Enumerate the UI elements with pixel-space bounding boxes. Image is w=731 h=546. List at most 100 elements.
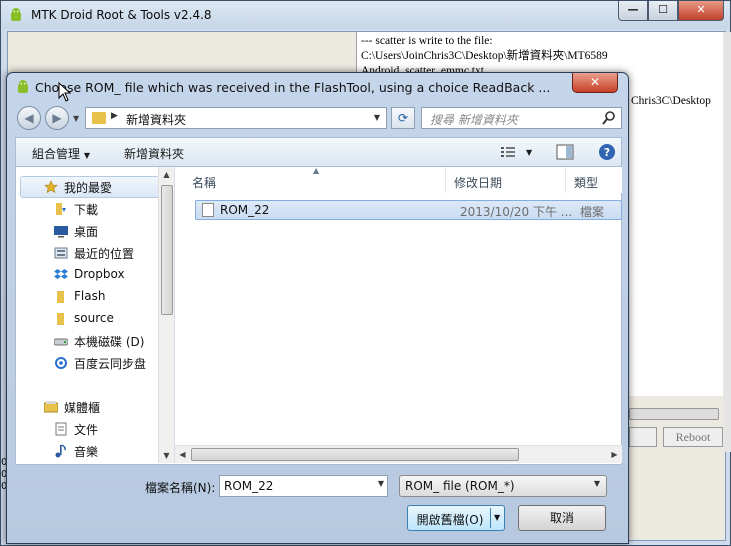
split-divider [490,508,491,528]
view-options-icon[interactable] [500,144,518,160]
file-list-horizontal-scrollbar[interactable]: ◀ ▶ [175,445,622,463]
filename-dropdown-icon[interactable]: ▼ [378,479,384,488]
address-dropdown-icon[interactable]: ▼ [370,108,384,128]
nav-item-local-disk-d[interactable]: 本機磁碟 (D) [54,333,145,351]
column-header-label: 名稱 [192,176,217,190]
scroll-left-icon[interactable]: ◀ [175,447,190,462]
sort-ascending-icon: ▲ [313,166,320,175]
nav-scroll-thumb[interactable] [161,185,173,315]
search-icon[interactable] [601,110,617,126]
forward-button[interactable]: ▶ [45,106,69,130]
file-icon [202,203,214,217]
filename-input[interactable]: ROM_22 ▼ [219,475,388,497]
column-header-date[interactable]: 修改日期 [446,167,566,193]
nav-item-label: 我的最愛 [64,181,113,195]
filename-value: ROM_22 [224,479,274,493]
nav-item-label: source [74,311,114,325]
new-folder-button[interactable]: 新增資料夾 [124,145,184,162]
file-type-dropdown-icon: ▼ [593,479,600,488]
dialog-close-button[interactable]: ✕ [572,73,618,93]
baidu-sync-icon [55,357,67,369]
nav-item-dropbox[interactable]: Dropbox [54,267,125,285]
log-line: C:\Users\JoinChris3C\Desktop\新增資料夾\MT658… [361,50,608,62]
file-list: 名稱 ▲ 修改日期 類型 ROM_22 2013/10/20 下午 ... 檔案… [175,166,622,463]
nav-item-desktop[interactable]: 桌面 [54,223,98,241]
star-icon [44,180,58,194]
open-button-label: 開啟舊檔(O) [416,513,484,527]
nav-item-label: Dropbox [74,267,125,281]
navigation-pane: 我的最愛 下載 桌面 最近的位置 Dropbox Flash source 本機… [16,167,175,463]
nav-item-label: 音樂 [74,445,99,459]
back-button[interactable]: ◀ [17,106,41,130]
scroll-up-icon[interactable]: ▲ [159,167,174,182]
nav-pane-scrollbar[interactable]: ▲ ▼ [158,167,174,463]
nav-item-source[interactable]: source [57,311,114,329]
file-date: 2013/10/20 下午 ... [460,205,573,219]
nav-item-favorites[interactable]: 我的最愛 [44,179,113,197]
maximize-button[interactable]: ☐ [648,1,678,21]
nav-item-flash[interactable]: Flash [57,289,106,307]
mtk-vertical-scrollbar[interactable] [724,32,731,452]
breadcrumb-separator-icon[interactable]: ▶ [111,111,118,121]
nav-item-label: 文件 [74,423,99,437]
command-toolbar: 組合管理 ▼ 新增資料夾 ▼ ? [15,137,622,167]
nav-item-downloads[interactable]: 下載 [56,201,99,219]
scroll-down-icon[interactable]: ▼ [159,448,174,463]
download-folder-icon [56,203,66,215]
nav-item-baidu-sync[interactable]: 百度云同步盘 [55,355,147,373]
navigation-bar: ◀ ▶ ▼ ▶ 新增資料夾 ▼ ⟳ 搜尋 新增資料夾 [15,104,622,132]
file-row[interactable]: ROM_22 2013/10/20 下午 ... 檔案 [195,200,622,220]
close-button[interactable]: ✕ [678,1,724,21]
log-line: --- scatter is write to the file: [361,35,493,47]
refresh-button[interactable]: ⟳ [391,107,415,129]
nav-item-label: 本機磁碟 (D) [74,335,145,349]
nav-item-documents[interactable]: 文件 [55,421,99,439]
nav-item-label: 百度云同步盘 [74,357,147,371]
android-logo-icon [18,80,28,93]
mtk-window-title: MTK Droid Root & Tools v2.4.8 [31,8,212,22]
view-dropdown-icon[interactable]: ▼ [526,148,532,157]
file-type: 檔案 [580,205,605,219]
nav-item-music[interactable]: 音樂 [55,443,99,461]
folder-icon [57,291,64,303]
horizontal-scroll-thumb[interactable] [191,448,519,461]
libraries-icon [44,401,58,413]
minimize-button[interactable]: — [618,1,648,21]
folder-icon [57,313,64,325]
organize-dropdown-icon: ▼ [83,151,90,160]
dialog-title: Choose ROM_ file which was received in t… [35,80,551,95]
recent-pages-dropdown-icon[interactable]: ▼ [73,114,79,123]
recent-places-icon [54,247,68,259]
dialog-body: 我的最愛 下載 桌面 最近的位置 Dropbox Flash source 本機… [15,166,622,465]
android-logo-icon [11,8,21,21]
column-header-type[interactable]: 類型 [566,167,622,193]
svg-text:?: ? [604,146,610,159]
breadcrumb-current-folder[interactable]: 新增資料夾 [126,111,186,128]
nav-item-label: 下載 [74,203,99,217]
nav-item-libraries[interactable]: 媒體櫃 [44,399,101,417]
nav-item-label: Flash [74,289,106,303]
file-name: ROM_22 [220,203,270,217]
desktop-icon [54,226,68,238]
address-bar[interactable]: ▶ 新增資料夾 ▼ [85,107,387,129]
cancel-button[interactable]: 取消 [518,505,606,531]
nav-item-recent-places[interactable]: 最近的位置 [54,245,134,263]
column-header-name[interactable]: 名稱 ▲ [175,166,446,193]
documents-icon [55,422,67,436]
file-type-value: ROM_ file (ROM_*) [405,479,515,493]
mtk-button-partial[interactable] [629,427,657,447]
reboot-button[interactable]: Reboot [663,427,723,447]
search-box[interactable]: 搜尋 新增資料夾 [421,107,622,129]
file-type-select[interactable]: ROM_ file (ROM_*) ▼ [399,475,607,497]
mtk-progress-bar [629,408,719,420]
search-placeholder: 搜尋 新增資料夾 [430,113,518,127]
open-button[interactable]: 開啟舊檔(O) ▼ [407,505,505,531]
nav-item-label: 媒體櫃 [64,401,101,415]
help-icon[interactable]: ? [598,143,616,161]
music-icon [55,444,66,458]
scroll-right-icon[interactable]: ▶ [607,447,622,462]
dropbox-icon [54,269,68,279]
open-options-dropdown-icon[interactable]: ▼ [494,513,500,522]
preview-pane-icon[interactable] [556,144,574,160]
organize-menu[interactable]: 組合管理 ▼ [32,145,90,162]
